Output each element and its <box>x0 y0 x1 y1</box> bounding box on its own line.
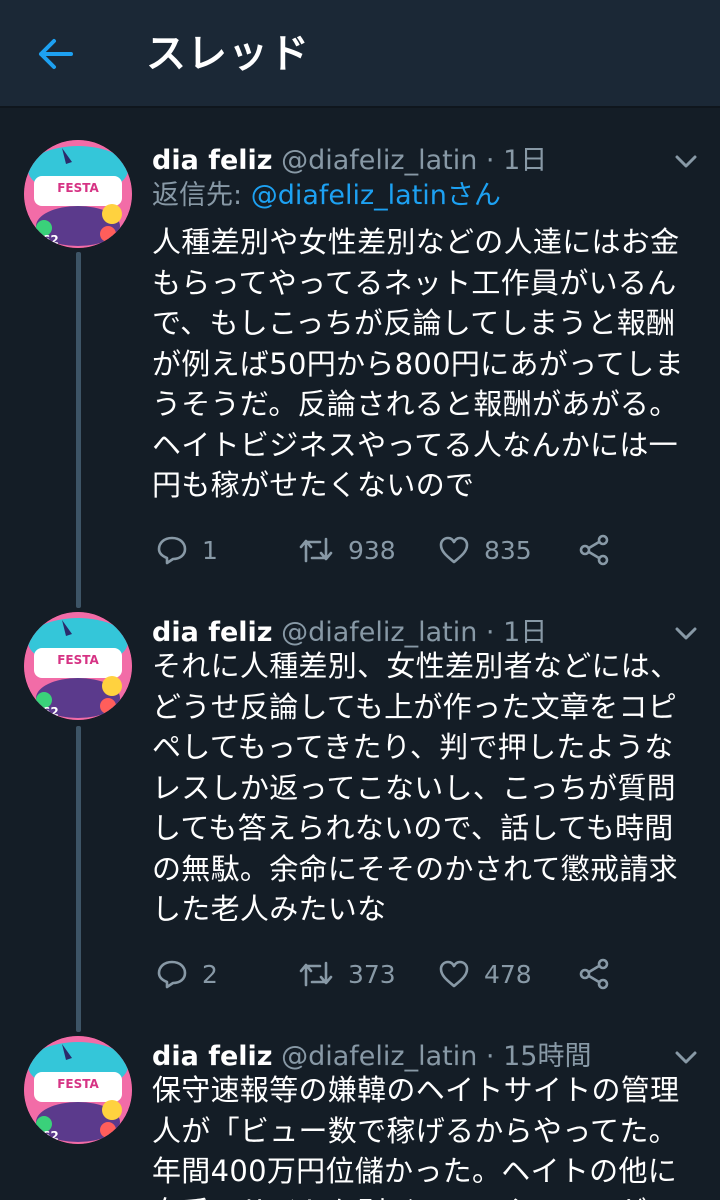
timestamp: · 1日 <box>485 617 548 648</box>
reply-icon <box>157 536 187 565</box>
page-title: スレッド <box>146 31 310 77</box>
avatar-image: FESTA 62 <box>24 140 132 248</box>
avatar[interactable]: FESTA 62 <box>24 140 132 248</box>
tweet-actions: 1 938 835 <box>152 530 712 570</box>
reply-count: 1 <box>202 535 218 565</box>
share-button[interactable] <box>578 954 610 994</box>
tweet-text: 人種差別や女性差別などの人達にはお金 もらってやってるネット工作員がいるん で、… <box>152 225 684 502</box>
like-button[interactable]: 478 <box>438 954 532 994</box>
avatar[interactable]: FESTA 62 <box>24 612 132 720</box>
reply-to-prefix: 返信先: <box>152 180 251 211</box>
svg-text:FESTA: FESTA <box>57 181 99 195</box>
svg-text:FESTA: FESTA <box>57 653 99 667</box>
share-icon <box>579 534 609 566</box>
tweet-text: 保守速報等の嫌韓のヘイトサイトの管理 人が「ビュー数で稼げるからやってた。 年間… <box>152 1073 680 1200</box>
reply-button[interactable]: 2 <box>156 954 218 994</box>
tweet-actions: 2 373 478 <box>152 954 712 994</box>
user-handle[interactable]: @diafeliz_latin <box>281 617 477 648</box>
reply-button[interactable]: 1 <box>156 530 218 570</box>
user-handle[interactable]: @diafeliz_latin <box>281 1041 477 1072</box>
share-button[interactable] <box>578 530 610 570</box>
chevron-down-icon <box>675 155 697 168</box>
display-name[interactable]: dia feliz <box>152 617 273 648</box>
display-name[interactable]: dia feliz <box>152 1041 273 1072</box>
thread-connector-line <box>76 726 81 1032</box>
top-app-bar: スレッド <box>0 0 720 108</box>
reply-count: 2 <box>202 959 218 989</box>
avatar-image: FESTA 62 <box>24 1036 132 1144</box>
avatar[interactable]: FESTA 62 <box>24 1036 132 1144</box>
heart-icon <box>439 536 469 564</box>
tweet-text: それに人種差別、女性差別者などには、 どうせ反論しても上が作った文章をコピ ペし… <box>152 649 680 926</box>
reply-icon <box>157 960 187 989</box>
reply-to-line: 返信先: @diafeliz_latinさん <box>152 176 501 216</box>
share-icon <box>579 958 609 990</box>
svg-text:62: 62 <box>42 705 59 719</box>
retweet-icon <box>299 537 333 563</box>
like-count: 478 <box>484 959 532 989</box>
user-handle[interactable]: @diafeliz_latin <box>281 145 477 176</box>
retweet-icon <box>299 961 333 987</box>
svg-text:FESTA: FESTA <box>57 1077 99 1091</box>
avatar-image: FESTA 62 <box>24 612 132 720</box>
like-count: 835 <box>484 535 532 565</box>
heart-icon <box>439 960 469 988</box>
tweet-menu-button[interactable] <box>670 146 702 178</box>
retweet-count: 373 <box>348 959 396 989</box>
chevron-down-icon <box>675 627 697 640</box>
retweet-button[interactable]: 938 <box>298 530 396 570</box>
reply-to-link[interactable]: @diafeliz_latinさん <box>251 180 501 211</box>
svg-text:62: 62 <box>42 233 59 247</box>
like-button[interactable]: 835 <box>438 530 532 570</box>
display-name[interactable]: dia feliz <box>152 145 273 176</box>
retweet-button[interactable]: 373 <box>298 954 396 994</box>
thread-connector-line <box>76 252 81 608</box>
back-button[interactable] <box>30 30 82 78</box>
back-arrow-icon <box>39 39 73 69</box>
retweet-count: 938 <box>348 535 396 565</box>
svg-text:62: 62 <box>42 1129 59 1143</box>
timestamp: · 1日 <box>485 145 548 176</box>
chevron-down-icon <box>675 1051 697 1064</box>
timestamp: · 15時間 <box>485 1041 592 1072</box>
